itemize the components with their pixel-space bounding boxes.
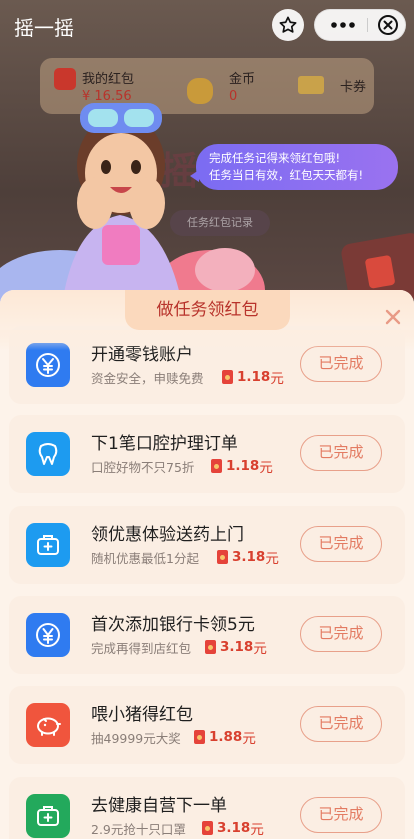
task-reward: 1.18 元 — [211, 456, 273, 476]
task-title: 喂小猪得红包 — [91, 705, 193, 725]
task-title: 领优惠体验送药上门 — [91, 525, 244, 545]
close-icon — [385, 309, 401, 325]
sheet-title: 做任务领红包 — [125, 290, 290, 330]
task-done-button[interactable]: 已完成 — [300, 526, 382, 562]
task-card: 领优惠体验送药上门 随机优惠最低1分起 3.18 元 已完成 — [9, 506, 405, 584]
task-reward: 1.18 元 — [222, 367, 284, 387]
mascot-illustration — [0, 103, 265, 320]
nav-bar: 摇一摇 — [0, 0, 414, 50]
task-title: 去健康自营下一单 — [91, 796, 227, 816]
capsule-divider — [367, 18, 368, 32]
task-card: 去健康自营下一单 2.9元抢十只口罩 3.18 元 已完成 — [9, 777, 405, 839]
coins-label: 金币 — [229, 72, 256, 87]
yuan-arrow-icon — [36, 353, 60, 377]
task-title: 首次添加银行卡领5元 — [91, 615, 255, 635]
task-title: 下1笔口腔护理订单 — [91, 434, 238, 454]
red-packet-icon — [194, 730, 205, 744]
sheet-close-button[interactable] — [382, 306, 404, 328]
coupon-icon — [298, 76, 324, 94]
favorite-button[interactable] — [272, 9, 304, 41]
red-packet-icon — [54, 68, 76, 90]
task-icon — [26, 432, 70, 476]
close-circle-icon — [378, 15, 398, 35]
task-card: 下1笔口腔护理订单 口腔好物不只75折 1.18 元 已完成 — [9, 415, 405, 493]
task-done-button[interactable]: 已完成 — [300, 616, 382, 652]
more-button[interactable] — [323, 10, 363, 40]
task-done-button[interactable]: 已完成 — [300, 797, 382, 833]
close-mini-program-button[interactable] — [373, 10, 403, 40]
task-subtitle: 随机优惠最低1分起 — [91, 551, 199, 566]
task-done-button[interactable]: 已完成 — [300, 435, 382, 471]
red-packet-icon — [211, 459, 222, 473]
medicine-box-icon — [37, 535, 59, 555]
task-icon — [26, 523, 70, 567]
red-packet-icon — [205, 640, 216, 654]
yuan-circle-icon — [36, 623, 60, 647]
red-packet-icon — [217, 550, 228, 564]
task-subtitle: 抽49999元大奖 — [91, 731, 181, 746]
task-done-button[interactable]: 已完成 — [300, 706, 382, 742]
first-aid-kit-icon — [37, 806, 59, 826]
task-reward: 3.18 元 — [202, 818, 264, 838]
task-card: 喂小猪得红包 抽49999元大奖 1.88 元 已完成 — [9, 686, 405, 764]
task-list: 开通零钱账户 资金安全，申赎免费 1.18 元 已完成 下1笔口腔护理订单 口腔好… — [0, 290, 414, 839]
star-icon — [279, 16, 297, 33]
task-card: 首次添加银行卡领5元 完成再得到店红包 3.18 元 已完成 — [9, 596, 405, 674]
task-reward: 3.18 元 — [217, 547, 279, 567]
task-icon — [26, 794, 70, 838]
red-packet-icon — [202, 821, 213, 835]
task-reward: 1.88 元 — [194, 727, 256, 747]
task-icon — [26, 703, 70, 747]
piggy-bank-icon — [37, 717, 61, 736]
red-packet-icon — [222, 370, 233, 384]
task-subtitle: 2.9元抢十只口罩 — [91, 822, 186, 837]
red-packet-label: 我的红包 — [82, 72, 135, 87]
task-subtitle: 完成再得到店红包 — [91, 641, 192, 656]
task-subtitle: 口腔好物不只75折 — [91, 460, 195, 475]
coupons-label: 卡券 — [340, 80, 367, 95]
tooth-icon — [38, 443, 58, 465]
hint-line-2: 任务当日有效，红包天天都有! — [209, 168, 364, 182]
hint-bubble: 完成任务记得来领红包哦! 任务当日有效，红包天天都有! — [190, 144, 398, 190]
task-sheet: 开通零钱账户 资金安全，申赎免费 1.18 元 已完成 下1笔口腔护理订单 口腔好… — [0, 290, 414, 839]
task-icon — [26, 613, 70, 657]
task-subtitle: 资金安全，申赎免费 — [91, 371, 204, 386]
more-dots-icon — [331, 22, 355, 28]
task-reward: 3.18 元 — [205, 637, 267, 657]
mini-program-capsule — [314, 9, 406, 41]
task-done-button[interactable]: 已完成 — [300, 346, 382, 382]
coupons-entry[interactable]: 卡券 — [298, 76, 366, 95]
page-title: 摇一摇 — [14, 16, 74, 40]
hint-line-1: 完成任务记得来领红包哦! — [209, 151, 341, 165]
